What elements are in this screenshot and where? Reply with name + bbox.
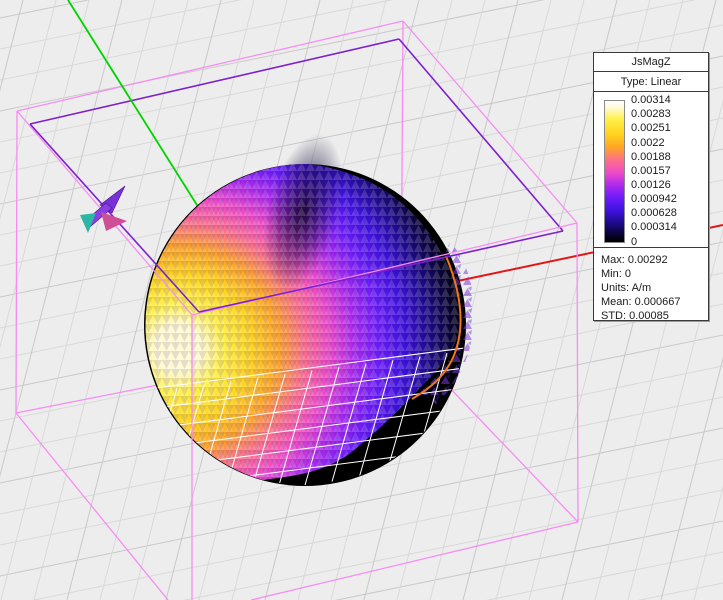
scale-label: 0.0022 bbox=[631, 136, 665, 149]
legend-colorbar-section: 0.00314 0.00283 0.00251 0.0022 0.00188 0.0015… bbox=[593, 91, 709, 248]
scale-label: 0.00157 bbox=[631, 164, 671, 177]
stat-line: Mean: 0.000667 bbox=[601, 296, 681, 308]
legend-statistics: Max: 0.00292 Min: 0 Units: A/m Mean: 0.0006… bbox=[593, 247, 709, 322]
stat-line: STD: 0.00085 bbox=[601, 310, 669, 322]
scale-label: 0.00188 bbox=[631, 150, 671, 163]
stat-line: Max: 0.00292 bbox=[601, 254, 668, 266]
scale-label: 0.000314 bbox=[631, 221, 677, 234]
scale-label: 0.000942 bbox=[631, 193, 677, 205]
legend-scale-type: Type: Linear bbox=[593, 71, 709, 92]
scale-label: 0.00283 bbox=[631, 108, 671, 121]
scale-label: 0.00251 bbox=[631, 122, 671, 135]
scale-label: 0 bbox=[631, 235, 638, 248]
colorbar bbox=[604, 100, 625, 243]
colorbar-scale-labels: 0.00314 0.00283 0.00251 0.0022 0.00188 0.0015… bbox=[631, 92, 708, 248]
scale-label: 0.00314 bbox=[631, 94, 671, 106]
scale-label: 0.00126 bbox=[631, 178, 671, 191]
stat-line: Units: A/m bbox=[601, 282, 652, 294]
stat-line: Min: 0 bbox=[601, 268, 631, 280]
legend-panel[interactable]: JsMagZ Type: Linear 0.00314 0.00283 0.0025… bbox=[593, 52, 709, 322]
legend-title: JsMagZ bbox=[593, 52, 709, 72]
scale-label: 0.000628 bbox=[631, 207, 677, 220]
simulation-viewport[interactable]: JsMagZ Type: Linear 0.00314 0.00283 0.0025… bbox=[0, 0, 723, 600]
